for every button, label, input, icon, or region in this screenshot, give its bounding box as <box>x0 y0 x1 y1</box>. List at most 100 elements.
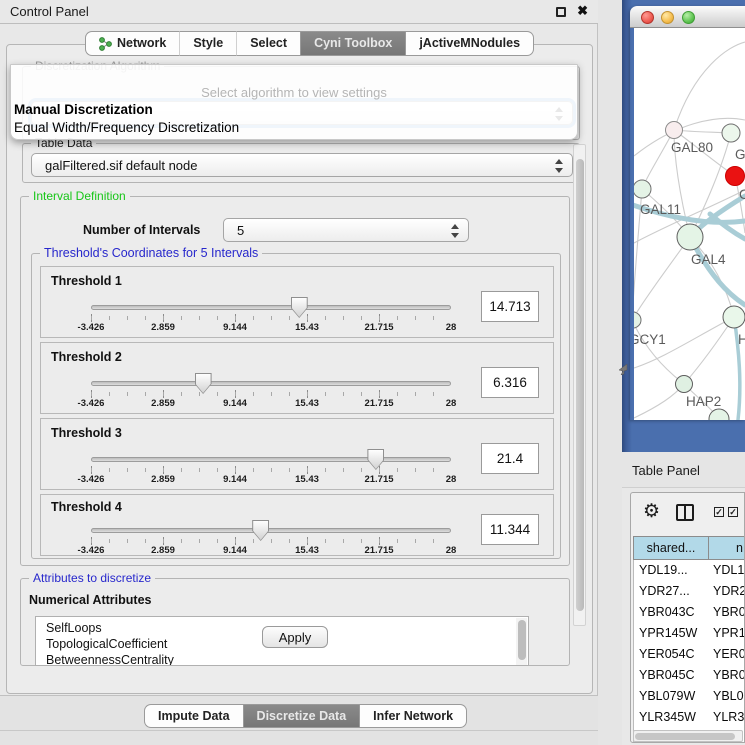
node-h[interactable] <box>723 306 745 328</box>
threshold-4-slider-track[interactable] <box>91 528 451 533</box>
table-data-combobox[interactable]: galFiltered.sif default node <box>31 153 573 177</box>
tab-jactivemnodules[interactable]: jActiveMNodules <box>406 31 534 56</box>
table-row[interactable]: YDR27...YDR2 <box>634 581 745 602</box>
thresholds-group: Threshold's Coordinates for 5 Intervals … <box>31 253 561 559</box>
tab-network[interactable]: Network <box>85 31 179 56</box>
combo-value: 5 <box>237 223 244 238</box>
float-window-icon[interactable] <box>556 7 566 17</box>
tab-label: Network <box>117 32 166 55</box>
combo-arrows-icon <box>554 158 563 174</box>
checkbox-checked-icon[interactable]: ✓ <box>714 507 724 517</box>
table-horizontal-scrollbar[interactable] <box>633 730 743 742</box>
table-row[interactable]: YLR345WYLR3 <box>634 707 745 728</box>
list-item[interactable]: BetweennessCentrality <box>46 652 528 666</box>
threshold-label: Threshold 4 <box>51 500 122 514</box>
checkbox-checked-icon[interactable]: ✓ <box>728 507 738 517</box>
table-data-group: Table Data galFiltered.sif default node <box>22 143 580 183</box>
num-intervals-combobox[interactable]: 5 <box>223 218 469 242</box>
network-desktop: GAL80 G. C GAL11 GAL4 GCY1 H HAP2 <box>622 0 745 452</box>
network-window-titlebar[interactable] <box>630 6 745 28</box>
threshold-1-slider-track[interactable] <box>91 305 451 310</box>
threshold-1-panel: Threshold 1 -3.426 2.859 9.144 15.43 21.… <box>40 266 554 338</box>
tab-infer-network[interactable]: Infer Network <box>360 704 467 728</box>
tab-discretize-data[interactable]: Discretize Data <box>243 704 361 728</box>
node-label: GAL80 <box>671 140 713 155</box>
threshold-1-value-field[interactable]: 14.713 <box>481 291 539 322</box>
table-header-row: shared... n <box>633 536 745 560</box>
apply-button[interactable]: Apply <box>262 626 328 648</box>
dropdown-item-equal-width-frequency[interactable]: Equal Width/Frequency Discretization <box>14 120 239 135</box>
network-canvas[interactable]: GAL80 G. C GAL11 GAL4 GCY1 H HAP2 <box>634 28 745 420</box>
table-panel-titlebar: Table Panel <box>622 452 745 488</box>
list-scrollbar[interactable] <box>516 618 527 666</box>
node-hap2[interactable] <box>676 376 693 393</box>
column-header-name[interactable]: n <box>709 537 745 559</box>
zoom-traffic-light[interactable] <box>682 11 695 24</box>
tab-label: Impute Data <box>158 705 230 728</box>
close-icon[interactable]: ✖ <box>577 3 588 19</box>
node-label: GAL4 <box>691 252 726 267</box>
tab-label: Discretize Data <box>257 705 347 728</box>
group-title: Threshold's Coordinates for 5 Intervals <box>40 246 262 260</box>
slider-minor-ticks <box>91 316 451 320</box>
table-row[interactable]: YBL079WYBL0 <box>634 686 745 707</box>
group-title: Interval Definition <box>29 189 130 203</box>
column-header-shared-name[interactable]: shared... <box>634 537 709 559</box>
threshold-4-panel: Threshold 4 -3.426 2.859 9.144 15.43 21.… <box>40 494 554 556</box>
tab-impute-data[interactable]: Impute Data <box>144 704 243 728</box>
tab-label: Style <box>193 32 223 55</box>
table-body: YDL19...YDL1 YDR27...YDR2 YBR043CYBR0 YP… <box>633 560 745 743</box>
gear-icon[interactable]: ⚙ <box>643 500 660 523</box>
table-row[interactable]: YBR043CYBR0 <box>634 602 745 623</box>
settings-vertical-scrollbar[interactable] <box>573 144 586 626</box>
threshold-label: Threshold 1 <box>51 274 122 288</box>
threshold-2-value-field[interactable]: 6.316 <box>481 367 539 398</box>
split-columns-icon[interactable] <box>676 504 694 521</box>
threshold-3-slider-track[interactable] <box>91 457 451 462</box>
slider-minor-ticks <box>91 468 451 472</box>
numerical-attributes-label: Numerical Attributes <box>29 593 151 607</box>
node-label: GCY1 <box>634 332 666 347</box>
node-label: H <box>738 332 745 347</box>
interval-definition-group: Interval Definition Number of Intervals … <box>20 196 570 566</box>
combo-value: galFiltered.sif default node <box>45 158 197 173</box>
panel-title: Control Panel <box>10 4 89 19</box>
tab-label: Select <box>250 32 287 55</box>
slider-minor-ticks <box>91 539 451 543</box>
table-row[interactable]: YDL19...YDL1 <box>634 560 745 581</box>
tab-style[interactable]: Style <box>179 31 236 56</box>
minimize-traffic-light[interactable] <box>661 11 674 24</box>
table-row[interactable]: YBR045CYBR0 <box>634 665 745 686</box>
threshold-4-value-field[interactable]: 11.344 <box>481 514 539 545</box>
node-red-selected[interactable] <box>726 167 745 186</box>
control-panel: Control Panel ✖ Network Style Sel <box>0 0 598 745</box>
node-green[interactable] <box>722 124 740 142</box>
tab-cyni-toolbox[interactable]: Cyni Toolbox <box>300 31 406 56</box>
tab-select[interactable]: Select <box>236 31 300 56</box>
table-row[interactable]: YER054CYER0 <box>634 644 745 665</box>
application-root: Control Panel ✖ Network Style Sel <box>0 0 745 745</box>
threshold-3-value-field[interactable]: 21.4 <box>481 443 539 474</box>
node-gal4[interactable] <box>677 224 703 250</box>
divider <box>0 730 598 731</box>
node-attribute-table: shared... n YDL19...YDL1 YDR27...YDR2 YB… <box>633 536 745 743</box>
close-traffic-light[interactable] <box>641 11 654 24</box>
slider-tick-labels: -3.426 2.859 9.144 15.43 21.715 28 <box>91 322 451 334</box>
threshold-label: Threshold 2 <box>51 350 122 364</box>
threshold-label: Threshold 3 <box>51 426 122 440</box>
network-graph: GAL80 G. C GAL11 GAL4 GCY1 H HAP2 <box>634 28 745 420</box>
network-view-window: GAL80 G. C GAL11 GAL4 GCY1 H HAP2 <box>630 6 745 420</box>
dropdown-item-manual-discretization[interactable]: Manual Discretization <box>14 102 153 117</box>
scrollbar-thumb[interactable] <box>635 733 735 740</box>
group-title: Attributes to discretize <box>29 571 155 585</box>
num-intervals-label: Number of Intervals <box>83 223 200 237</box>
threshold-2-slider-track[interactable] <box>91 381 451 386</box>
node-gcy1[interactable] <box>634 312 641 328</box>
node-gal80[interactable] <box>666 122 683 139</box>
node-gal11[interactable] <box>634 180 651 198</box>
slider-tick-labels: -3.426 2.859 9.144 15.43 21.715 28 <box>91 545 451 557</box>
table-row[interactable]: YPR145WYPR1 <box>634 623 745 644</box>
bottom-strip: Impute Data Discretize Data Infer Networ… <box>0 695 598 745</box>
scrollbar-thumb[interactable] <box>576 159 584 611</box>
combo-arrows-icon <box>450 223 459 239</box>
